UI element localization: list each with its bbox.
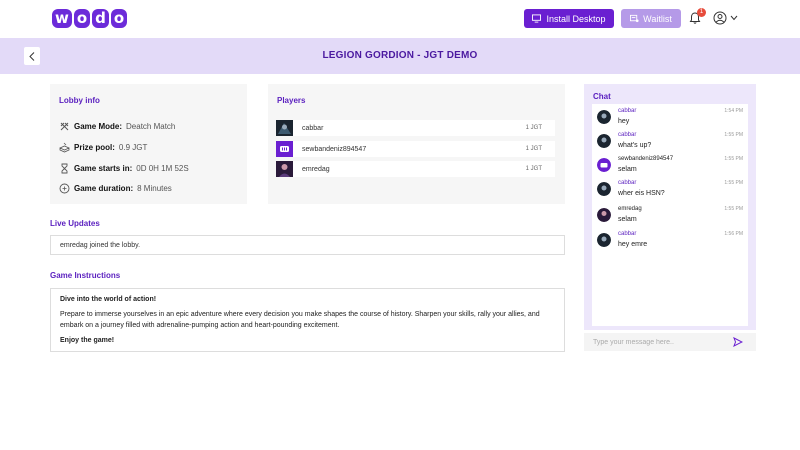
chat-message: emredag 1:55 PM selam [597,206,743,228]
gamepad-icon [59,183,70,194]
install-desktop-button[interactable]: Install Desktop [524,9,614,28]
live-updates-box: emredag joined the lobby. [50,235,565,255]
game-mode-icon [60,122,69,131]
user-icon [713,11,727,25]
chat-time: 1:55 PM [724,180,743,186]
game-mode-label: Game Mode: [74,122,123,131]
chat-text: wher eis HSN? [618,190,665,197]
player-name: sewbandeniz894547 [302,145,367,153]
game-mode-row: Game Mode: Deatch Match [59,121,175,132]
wodo-avatar [597,158,611,172]
emredag-avatar [276,161,293,177]
game-duration-row: Game duration: 8 Minutes [59,183,172,194]
cabbar-avatar [597,233,611,247]
game-instructions-title: Game Instructions [50,271,121,280]
players-title: Players [277,96,306,105]
chat-text: what's up? [618,142,652,149]
chat-message: cabbar 1:55 PM wher eis HSN? [597,180,743,202]
chat-username: cabbar [618,180,637,186]
chat-time: 1:56 PM [724,231,743,237]
chat-username: emredag [618,206,642,212]
lobby-header: LEGION GORDION - JGT DEMO [0,38,800,74]
logo-letter: d [92,9,109,28]
live-updates-title: Live Updates [50,219,100,228]
game-starts-label: Game starts in: [74,164,133,173]
hourglass-icon [61,163,68,174]
chat-time: 1:55 PM [724,132,743,138]
chat-message-input[interactable] [584,338,724,346]
instructions-ending: Enjoy the game! [60,337,115,344]
wodo-avatar [276,141,293,157]
player-row[interactable]: cabbar 1 JGT [276,120,555,136]
chat-time: 1:55 PM [724,156,743,162]
monitor-icon [532,14,542,23]
game-starts-value: 0D 0H 1M 52S [136,164,189,173]
players-card: Players cabbar 1 JGT sewbandeniz894547 1… [268,84,565,204]
emredag-avatar [597,208,611,222]
page-title: LEGION GORDION - JGT DEMO [322,50,478,61]
chat-text: selam [618,166,637,173]
cabbar-avatar [597,182,611,196]
prize-pool-value: 0.9 JGT [118,143,148,152]
chat-message: cabbar 1:55 PM what's up? [597,132,743,154]
chat-time: 1:55 PM [724,206,743,212]
notification-badge: 1 [697,8,706,17]
prize-pool-icon [59,142,70,153]
top-nav: w o d o Install Desktop Waitlist 1 [0,0,800,38]
player-row[interactable]: sewbandeniz894547 1 JGT [276,141,555,157]
player-row[interactable]: emredag 1 JGT [276,161,555,177]
lobby-info-title: Lobby info [59,96,100,105]
game-starts-row: Game starts in: 0D 0H 1M 52S [59,163,189,174]
chevron-down-icon [730,15,738,21]
chat-text: selam [618,216,637,223]
cabbar-avatar [597,134,611,148]
wodo-logo[interactable]: w o d o [52,9,128,28]
logo-letter: o [110,9,128,28]
chat-username: cabbar [618,108,637,114]
waitlist-icon [630,14,639,23]
chat-time: 1:54 PM [724,108,743,114]
chat-username: cabbar [618,231,637,237]
cabbar-avatar [597,110,611,124]
player-name: cabbar [302,124,324,132]
chat-username: cabbar [618,132,637,138]
player-amount: 1 JGT [525,166,542,172]
game-duration-value: 8 Minutes [137,184,172,193]
logo-letter: w [52,9,72,28]
chat-message: cabbar 1:56 PM hey emre [597,231,743,253]
instructions-heading: Dive into the world of action! [60,296,157,303]
game-instructions-box: Dive into the world of action! Prepare t… [50,288,565,352]
chat-messages[interactable]: cabbar 1:54 PM hey cabbar 1:55 PM what's… [592,104,748,326]
chat-title: Chat [593,92,611,101]
live-update-text: emredag joined the lobby. [60,241,141,249]
user-menu[interactable] [713,11,741,25]
install-desktop-label: Install Desktop [546,13,606,24]
waitlist-label: Waitlist [643,13,672,24]
chat-panel: Chat cabbar 1:54 PM hey cabbar 1:55 PM w… [584,84,756,330]
chat-message: sewbandeniz894547 1:55 PM selam [597,156,743,178]
lobby-info-card: Lobby info Game Mode: Deatch Match Prize… [50,84,247,204]
cabbar-avatar [276,120,293,136]
player-name: emredag [302,165,330,173]
chat-input-bar [584,333,756,351]
chat-text: hey [618,118,630,125]
logo-letter: o [73,9,91,28]
prize-pool-row: Prize pool: 0.9 JGT [59,142,147,153]
prize-pool-label: Prize pool: [74,143,115,152]
waitlist-button[interactable]: Waitlist [621,9,681,28]
chat-text: hey emre [618,241,648,248]
game-duration-label: Game duration: [74,184,134,193]
instructions-body: Prepare to immerse yourselves in an epic… [60,311,540,329]
game-mode-value: Deatch Match [126,122,176,131]
send-icon[interactable] [733,337,743,347]
player-amount: 1 JGT [525,125,542,131]
chat-username: sewbandeniz894547 [618,156,674,162]
player-amount: 1 JGT [525,146,542,152]
chat-message: cabbar 1:54 PM hey [597,108,743,130]
